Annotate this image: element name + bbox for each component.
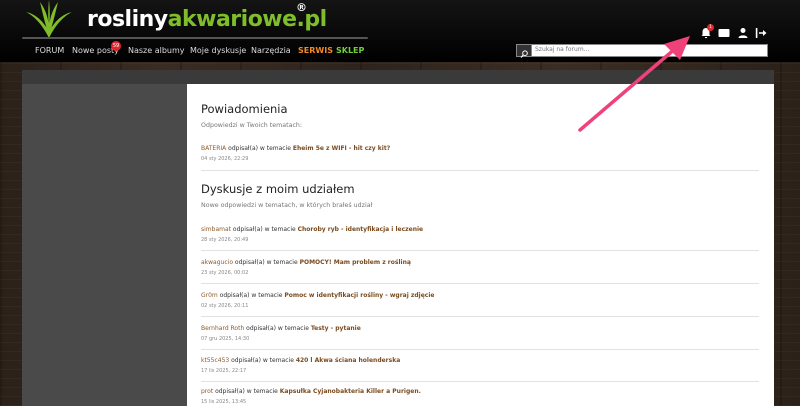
item-topic[interactable]: POMOCY! Mam problem z rośliną xyxy=(300,259,411,266)
item-date: 07 gru 2025, 14:30 xyxy=(201,336,250,342)
discussions-subtitle: Nowe odpowiedzi w tematach, w których br… xyxy=(201,202,373,209)
item-topic[interactable]: Kapsułka Cyjanobakteria Killer a Purigen… xyxy=(280,388,421,395)
item-user[interactable]: Gr0m xyxy=(201,292,218,299)
item-topic[interactable]: Eheim 5e z WIFI - hit czy kit? xyxy=(293,145,390,152)
item-topic[interactable]: 420 l Akwa ściana holenderska xyxy=(296,357,400,364)
discussion-item: simbamat odpisał(a) w temacie Choroby ry… xyxy=(201,226,759,243)
messages-icon[interactable] xyxy=(718,27,730,39)
item-date: 23 sty 2026, 00:02 xyxy=(201,270,249,276)
notification-item: BATERIA odpisał(a) w temacie Eheim 5e z … xyxy=(201,145,759,162)
notifications-subtitle: Odpowiedzi w Twoich tematach: xyxy=(201,122,303,129)
item-user[interactable]: BATERIA xyxy=(201,145,226,152)
separator xyxy=(201,250,759,251)
site-logo-text[interactable]: roslinyakwariowe.pl xyxy=(87,7,327,32)
search-button[interactable] xyxy=(516,44,532,58)
item-date: 15 lis 2025, 13:45 xyxy=(201,399,247,405)
item-user[interactable]: prot xyxy=(201,388,213,395)
separator xyxy=(201,170,759,171)
main-content: Powiadomienia Odpowiedzi w Twoich temata… xyxy=(187,84,774,406)
new-posts-badge: 59 xyxy=(111,41,121,51)
nav-serwis[interactable]: SERWIS xyxy=(298,46,333,55)
nav-moje-dyskusje[interactable]: Moje dyskusje xyxy=(190,46,246,55)
item-date: 02 sty 2026, 20:11 xyxy=(201,303,249,309)
separator xyxy=(201,316,759,317)
logout-icon[interactable] xyxy=(755,27,767,39)
separator xyxy=(201,349,759,350)
nav-forum[interactable]: FORUM xyxy=(35,46,64,55)
search-input[interactable] xyxy=(535,44,765,55)
item-topic[interactable]: Pomoc w identyfikacji rośliny - wgraj zd… xyxy=(284,292,434,299)
registered-mark: ® xyxy=(296,1,307,14)
discussion-item: prot odpisał(a) w temacie Kapsułka Cyjan… xyxy=(201,388,759,405)
notification-badge: 1 xyxy=(707,24,714,31)
site-header: roslinyakwariowe.pl ® FORUM Nowe posty 5… xyxy=(0,0,800,62)
nav-sklep[interactable]: SKLEP xyxy=(336,46,364,55)
item-user[interactable]: akwagucio xyxy=(201,259,233,266)
separator xyxy=(201,381,759,382)
item-topic[interactable]: Choroby ryb - identyfikacja i leczenie xyxy=(298,226,424,233)
nav-narzedzia[interactable]: Narzędzia xyxy=(251,46,291,55)
notifications-title: Powiadomienia xyxy=(201,102,288,116)
discussions-title: Dyskusje z moim udziałem xyxy=(201,182,355,196)
discussion-item: kt55c453 odpisał(a) w temacie 420 l Akwa… xyxy=(201,357,759,374)
plant-logo-icon[interactable] xyxy=(22,0,76,38)
discussion-item: Gr0m odpisał(a) w temacie Pomoc w identy… xyxy=(201,292,759,309)
item-date: 28 sty 2026, 20:49 xyxy=(201,237,249,243)
discussion-item: akwagucio odpisał(a) w temacie POMOCY! M… xyxy=(201,259,759,276)
item-user[interactable]: kt55c453 xyxy=(201,357,229,364)
nav-nasze-albumy[interactable]: Nasze albumy xyxy=(128,46,185,55)
separator xyxy=(201,283,759,284)
search-icon xyxy=(520,50,528,58)
item-date: 17 lis 2025, 22:17 xyxy=(201,368,247,374)
discussion-item: Bernhard Roth odpisał(a) w temacie Testy… xyxy=(201,325,759,342)
left-sidebar xyxy=(22,84,187,406)
header-divider xyxy=(22,37,368,39)
item-date: 04 sty 2026, 22:29 xyxy=(201,156,249,162)
item-user[interactable]: Bernhard Roth xyxy=(201,325,244,332)
user-icon[interactable] xyxy=(737,27,749,39)
item-topic[interactable]: Testy - pytanie xyxy=(311,325,361,332)
page-top-bar xyxy=(22,70,774,84)
item-user[interactable]: simbamat xyxy=(201,226,231,233)
